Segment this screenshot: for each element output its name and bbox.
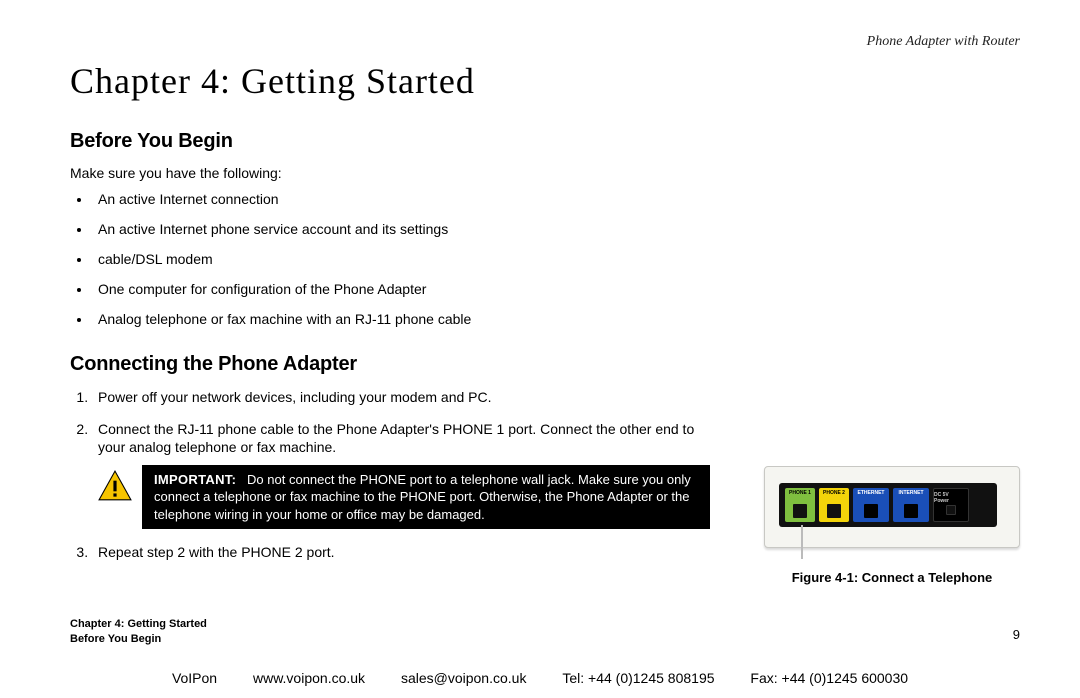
footer-chapter-ref: Chapter 4: Getting Started xyxy=(70,617,207,631)
device-illustration: PHONE 1 PHONE 2 ETHERNET INTERNET DC 5V … xyxy=(764,466,1020,548)
figure-caption: Figure 4-1: Connect a Telephone xyxy=(764,570,1020,585)
before-intro-text: Make sure you have the following: xyxy=(70,165,1020,181)
footer-email: sales@voipon.co.uk xyxy=(401,670,527,686)
footer-fax: Fax: +44 (0)1245 600030 xyxy=(750,670,908,686)
important-callout: IMPORTANT: Do not connect the PHONE port… xyxy=(98,465,710,530)
connecting-steps-list: Power off your network devices, includin… xyxy=(70,388,710,561)
list-item: cable/DSL modem xyxy=(92,251,1020,267)
list-item: An active Internet connection xyxy=(92,191,1020,207)
list-item: One computer for configuration of the Ph… xyxy=(92,281,1020,297)
header-product-name: Phone Adapter with Router xyxy=(867,34,1020,50)
footer-url: www.voipon.co.uk xyxy=(253,670,365,686)
important-box: IMPORTANT: Do not connect the PHONE port… xyxy=(142,465,710,530)
list-item: Repeat step 2 with the PHONE 2 port. xyxy=(92,543,710,561)
port-power: DC 5V Power xyxy=(933,488,969,522)
port-ethernet: ETHERNET xyxy=(853,488,889,522)
port-phone-2: PHONE 2 xyxy=(819,488,849,522)
list-item: An active Internet phone service account… xyxy=(92,221,1020,237)
list-item: Power off your network devices, includin… xyxy=(92,388,710,406)
footer-section-ref: Before You Begin xyxy=(70,632,207,646)
list-item: Connect the RJ-11 phone cable to the Pho… xyxy=(92,420,710,529)
port-label: ETHERNET xyxy=(858,490,885,496)
device-back-panel: PHONE 1 PHONE 2 ETHERNET INTERNET DC 5V … xyxy=(779,483,997,527)
port-label: PHONE 1 xyxy=(789,490,811,496)
before-bullet-list: An active Internet connection An active … xyxy=(70,191,1020,327)
phone-cable-illustration xyxy=(801,525,803,559)
figure-4-1: PHONE 1 PHONE 2 ETHERNET INTERNET DC 5V … xyxy=(764,466,1020,585)
important-label: IMPORTANT: xyxy=(154,472,236,487)
port-label: DC 5V Power xyxy=(934,493,964,504)
port-label: INTERNET xyxy=(899,490,924,496)
warning-icon xyxy=(98,469,132,503)
port-internet: INTERNET xyxy=(893,488,929,522)
section-before-heading: Before You Begin xyxy=(70,130,1020,153)
port-phone-1: PHONE 1 xyxy=(785,488,815,522)
footer-meta: Chapter 4: Getting Started Before You Be… xyxy=(70,617,207,646)
port-label: PHONE 2 xyxy=(823,490,845,496)
footer-company: VoIPon xyxy=(172,670,217,686)
list-item: Analog telephone or fax machine with an … xyxy=(92,311,1020,327)
section-connecting-heading: Connecting the Phone Adapter xyxy=(70,353,1020,376)
footer-contact-bar: VoIPon www.voipon.co.uk sales@voipon.co.… xyxy=(0,670,1080,686)
step-2-text: Connect the RJ-11 phone cable to the Pho… xyxy=(98,421,694,455)
chapter-title: Chapter 4: Getting Started xyxy=(70,60,1020,102)
page-number: 9 xyxy=(1013,627,1020,642)
footer-tel: Tel: +44 (0)1245 808195 xyxy=(562,670,714,686)
